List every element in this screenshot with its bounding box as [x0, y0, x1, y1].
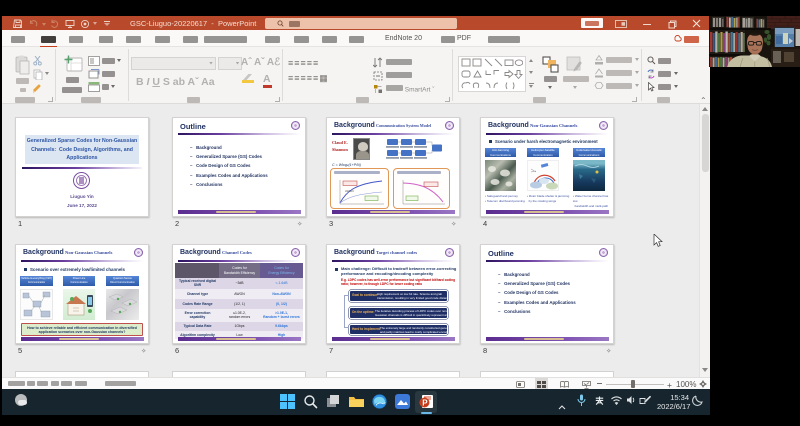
svg-text:P: P — [422, 399, 428, 408]
svg-text:AWGN: AWGN — [345, 189, 354, 193]
